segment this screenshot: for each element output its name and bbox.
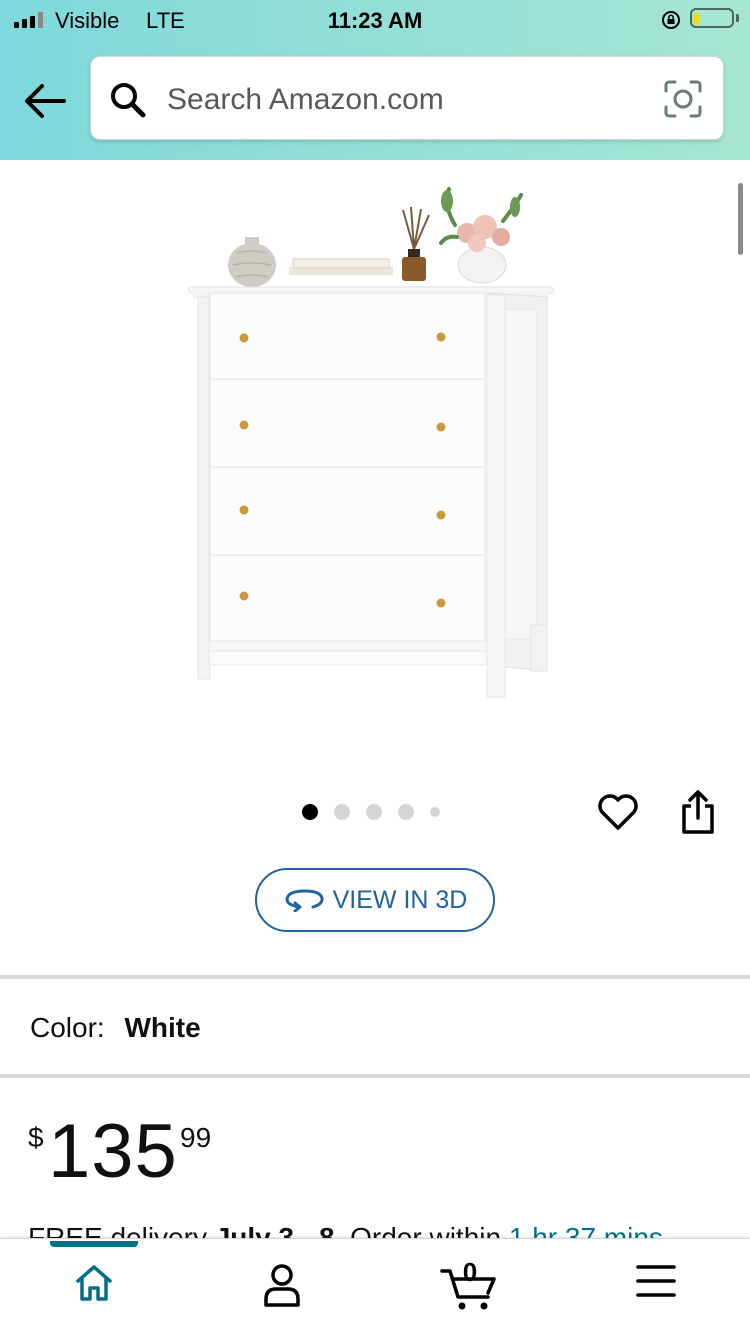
view-in-3d-button[interactable]: VIEW IN 3D bbox=[255, 868, 495, 932]
carousel-dot[interactable] bbox=[398, 804, 414, 820]
carousel-dot[interactable] bbox=[366, 804, 382, 820]
share-icon[interactable] bbox=[678, 788, 718, 836]
divider bbox=[0, 975, 750, 979]
battery-cap bbox=[736, 14, 739, 22]
color-value: White bbox=[124, 1012, 201, 1043]
battery-level bbox=[694, 13, 699, 25]
status-bar: Visible LTE 11:23 AM bbox=[0, 0, 750, 42]
carousel-dot[interactable] bbox=[334, 804, 350, 820]
color-label: Color: bbox=[30, 1012, 105, 1043]
bottom-nav: 0 bbox=[0, 1238, 750, 1334]
orientation-lock-icon bbox=[662, 11, 680, 29]
search-bar[interactable] bbox=[90, 56, 724, 140]
account-icon bbox=[264, 1264, 300, 1307]
nav-menu[interactable] bbox=[626, 1263, 686, 1313]
price-currency: $ bbox=[28, 1122, 44, 1153]
carousel-dot[interactable] bbox=[430, 807, 440, 817]
hamburger-menu-icon bbox=[636, 1265, 676, 1297]
heart-icon[interactable] bbox=[596, 790, 640, 834]
price-fraction: 99 bbox=[180, 1122, 212, 1153]
home-icon bbox=[76, 1265, 112, 1301]
view-in-3d-label: VIEW IN 3D bbox=[332, 885, 468, 914]
clock: 11:23 AM bbox=[327, 8, 423, 33]
product-image[interactable] bbox=[185, 185, 560, 705]
header: Visible LTE 11:23 AM bbox=[0, 0, 750, 160]
camera-search-icon[interactable] bbox=[663, 79, 703, 119]
carousel-dot[interactable] bbox=[302, 804, 318, 820]
back-arrow-icon[interactable] bbox=[20, 78, 70, 124]
cart-count-badge: 0 bbox=[462, 1257, 478, 1287]
nav-home[interactable] bbox=[64, 1263, 124, 1313]
active-tab-indicator bbox=[50, 1241, 138, 1247]
divider bbox=[0, 1074, 750, 1078]
rotate-3d-icon bbox=[285, 889, 324, 912]
search-input[interactable] bbox=[165, 77, 649, 123]
scrollbar[interactable] bbox=[738, 183, 743, 255]
price-whole: 135 bbox=[48, 1109, 178, 1194]
nav-account[interactable] bbox=[252, 1263, 312, 1313]
color-selector[interactable]: Color: White bbox=[30, 1012, 201, 1044]
carousel-indicator[interactable] bbox=[302, 802, 440, 822]
nav-cart[interactable]: 0 bbox=[438, 1257, 502, 1313]
search-icon bbox=[111, 83, 146, 118]
